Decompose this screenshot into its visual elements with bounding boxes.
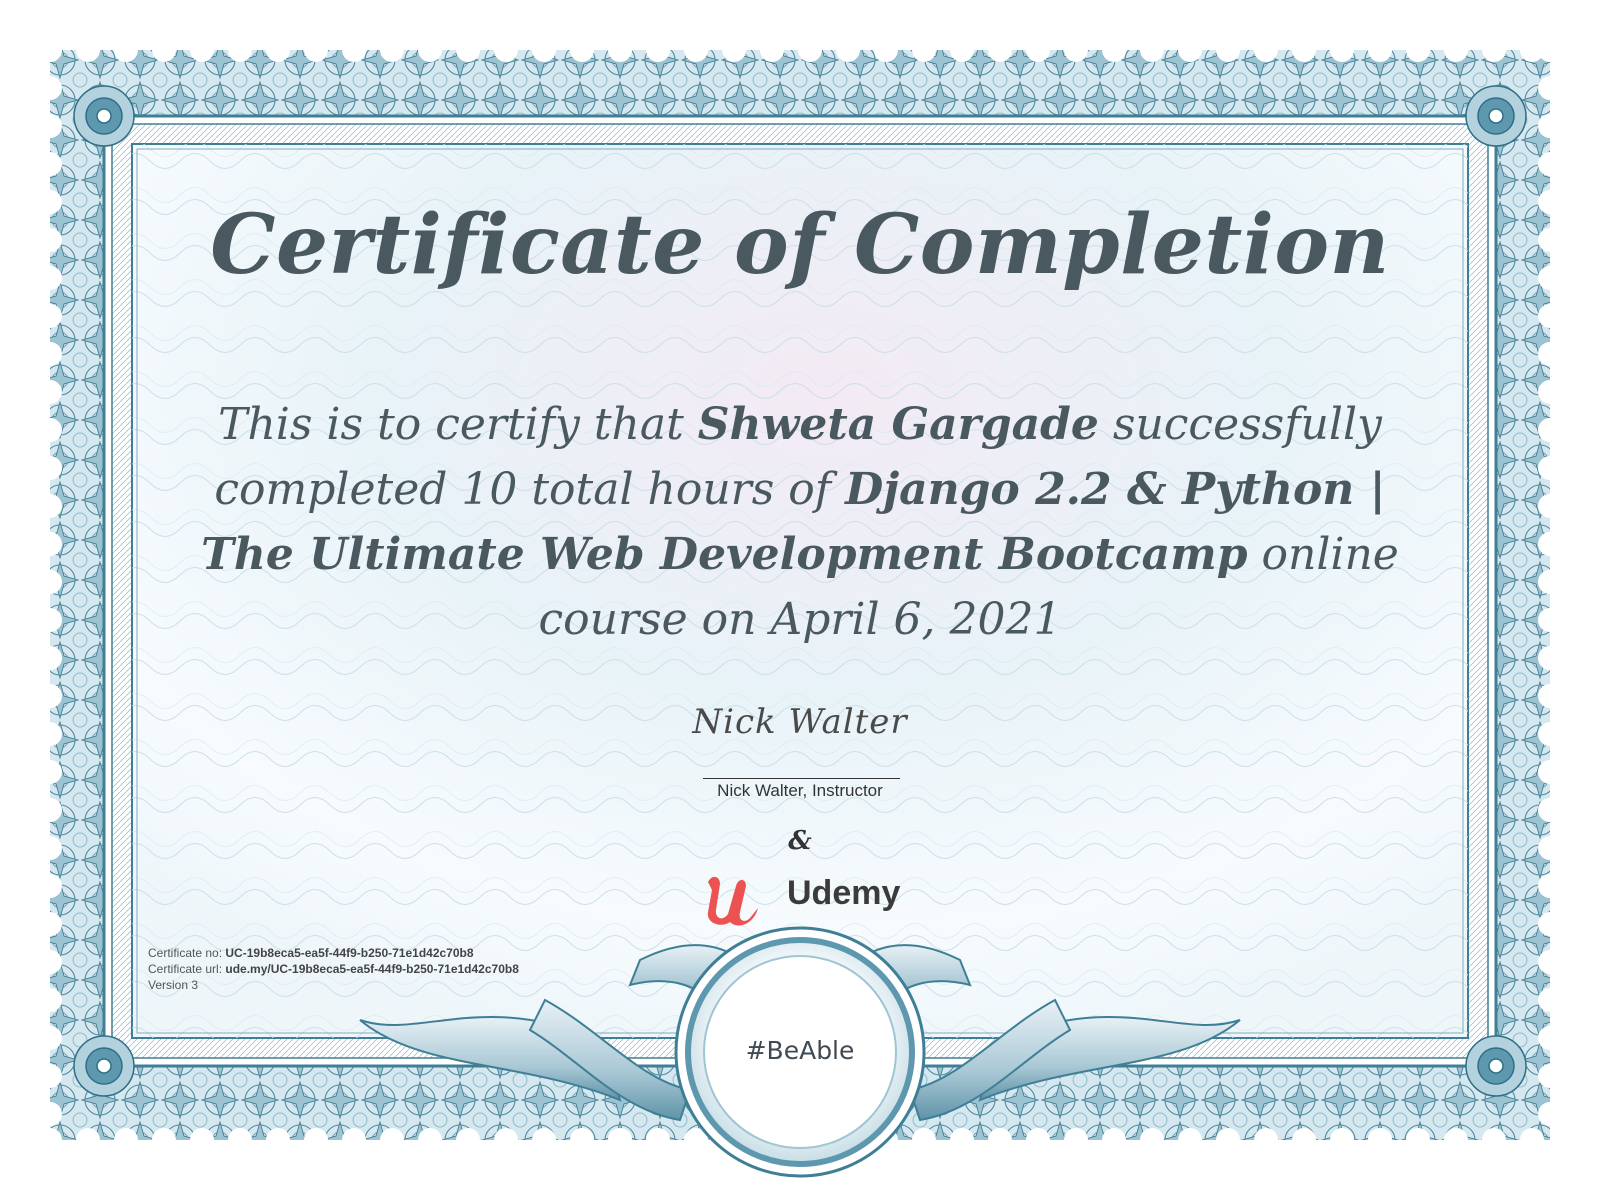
beable-badge-text: #BeAble	[745, 1036, 855, 1065]
certificate-number-label: Certificate no:	[148, 946, 223, 960]
recipient-name: Shweta Gargade	[697, 399, 1099, 450]
certificate-version: Version 3	[148, 978, 199, 992]
udemy-wordmark: Udemy	[787, 874, 901, 912]
certificate-url-row: Certificate url: ude.my/UC-19b8eca5-ea5f…	[148, 961, 519, 977]
certificate-number-value: UC-19b8eca5-ea5f-44f9-b250-71e1d42c70b8	[225, 946, 474, 960]
certificate-metadata: Certificate no: UC-19b8eca5-ea5f-44f9-b2…	[148, 945, 519, 993]
signature-line	[703, 778, 900, 779]
certificate-url-link[interactable]: ude.my/UC-19b8eca5-ea5f-44f9-b250-71e1d4…	[225, 962, 519, 976]
instructor-caption: Nick Walter, Instructor	[717, 781, 883, 800]
instructor-signature: Nick Walter	[692, 702, 908, 742]
certificate-statement: This is to certify that Shweta Gargade s…	[180, 392, 1420, 652]
ampersand: &	[788, 826, 812, 856]
certificate-number-row: Certificate no: UC-19b8eca5-ea5f-44f9-b2…	[148, 945, 519, 961]
statement-lead: This is to certify that	[218, 399, 684, 450]
certificate-url-label: Certificate url:	[148, 962, 223, 976]
certificate-title: Certificate of Completion	[210, 197, 1390, 293]
